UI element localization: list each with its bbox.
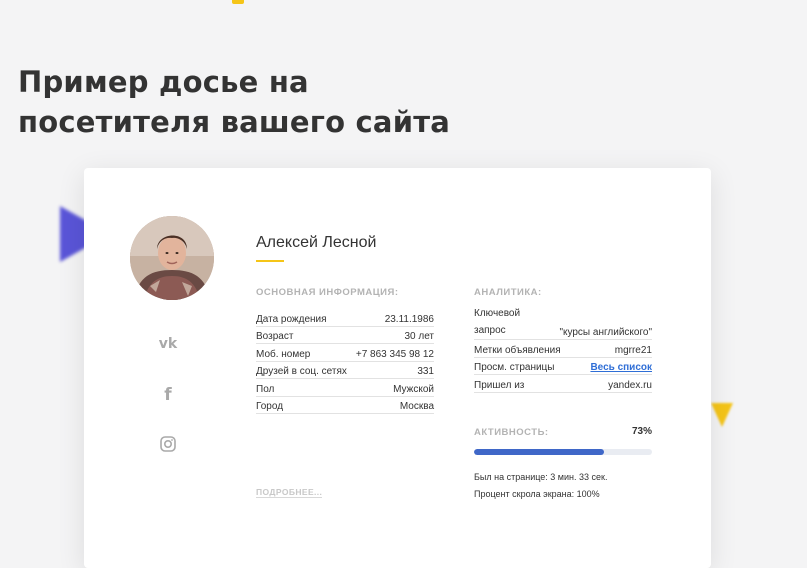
page-title: Пример досье на посетителя вашего сайта — [18, 62, 450, 142]
row-value: Москва — [399, 401, 434, 412]
row-value: 30 лет — [404, 331, 434, 342]
basic-info-table: Дата рождения 23.11.1986 Возраст 30 лет Мо… — [256, 309, 434, 414]
row-value: Мужской — [393, 383, 434, 395]
activity-label: АКТИВНОСТЬ: — [474, 427, 549, 438]
table-row: Город Москва — [256, 397, 434, 414]
row-label: Моб. номер — [256, 348, 311, 360]
analytics-title: АНАЛИТИКА: — [474, 287, 542, 298]
table-row: Ключевой запрос "курсы английского" — [474, 308, 652, 340]
row-label: Дата рождения — [256, 313, 327, 325]
visitor-name: Алексей Лесной — [256, 234, 377, 251]
row-value: 331 — [417, 366, 434, 377]
table-row: Дата рождения 23.11.1986 — [256, 309, 434, 327]
row-value: yandex.ru — [608, 379, 652, 391]
facebook-icon[interactable]: f — [157, 384, 179, 406]
table-row: Просм. страницы Весь список — [474, 358, 652, 375]
table-row: Возраст 30 лет — [256, 327, 434, 344]
keyword-label-line-2: запрос — [474, 325, 506, 336]
table-row: Пол Мужской — [256, 379, 434, 397]
row-label: Пол — [256, 383, 275, 395]
row-label: Город — [256, 401, 284, 412]
row-value: "курсы английского" — [559, 327, 652, 338]
keyword-label-line-1: Ключевой — [474, 308, 521, 319]
activity-progress-fill — [474, 449, 604, 455]
name-underline — [256, 260, 284, 262]
instagram-glyph — [160, 436, 176, 452]
row-value: mgrre21 — [614, 344, 652, 356]
profile-card: vk f Алексей Лесной ОСНОВНАЯ ИНФОРМАЦИЯ:… — [84, 168, 711, 568]
decorative-yellow-shape — [232, 0, 244, 4]
row-label: Просм. страницы — [474, 362, 555, 373]
table-row: Моб. номер +7 863 345 98 12 — [256, 344, 434, 362]
row-label: Друзей в соц. сетях — [256, 366, 347, 377]
row-label: Пришел из — [474, 379, 525, 391]
yellow-triangle-icon — [711, 403, 733, 427]
table-row: Метки объявления mgrre21 — [474, 340, 652, 358]
avatar — [130, 216, 214, 300]
page-title-line-2: посетителя вашего сайта — [18, 105, 450, 139]
vk-icon[interactable]: vk — [157, 333, 179, 355]
row-label: Метки объявления — [474, 344, 561, 356]
basic-info-title: ОСНОВНАЯ ИНФОРМАЦИЯ: — [256, 287, 399, 298]
row-value: +7 863 345 98 12 — [355, 348, 434, 360]
more-details-link[interactable]: ПОДРОБНЕЕ... — [256, 487, 323, 498]
analytics-table: Ключевой запрос "курсы английского" Метки… — [474, 308, 652, 393]
row-value: 23.11.1986 — [384, 313, 434, 325]
time-on-page: Был на странице: 3 мин. 33 сек. — [474, 472, 608, 482]
view-all-pages-link[interactable]: Весь список — [590, 361, 652, 374]
avatar-photo — [130, 216, 214, 300]
page-title-line-1: Пример досье на — [18, 65, 309, 99]
table-row: Пришел из yandex.ru — [474, 375, 652, 393]
row-label: Ключевой запрос — [474, 305, 520, 339]
scroll-percent: Процент скрола экрана: 100% — [474, 489, 600, 499]
table-row: Друзей в соц. сетях 331 — [256, 362, 434, 379]
activity-percent: 73% — [631, 426, 652, 437]
activity-progress-bar — [474, 449, 652, 455]
row-label: Возраст — [256, 331, 294, 342]
instagram-icon[interactable] — [157, 433, 179, 455]
